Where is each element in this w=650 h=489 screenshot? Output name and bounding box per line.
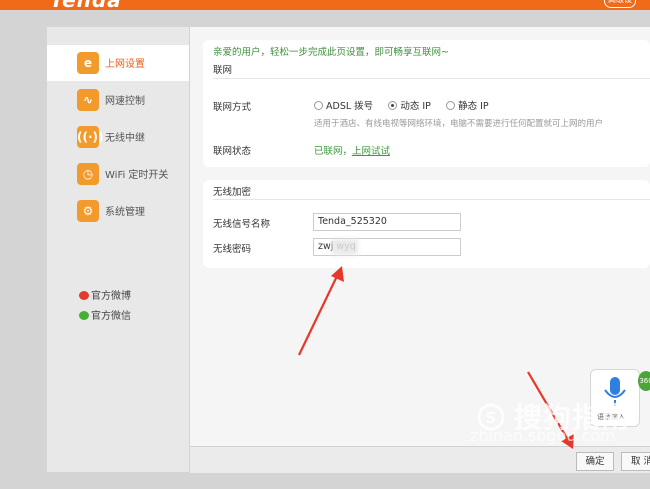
adsl-option-label: ADSL 拨号: [326, 101, 374, 112]
svg-text:S: S: [485, 408, 497, 427]
sidebar-item-label: 系统管理: [105, 207, 145, 218]
section-divider: [213, 199, 650, 200]
relay-icon: ((·)): [77, 126, 104, 148]
sidebar-item-internet-settings[interactable]: e 上网设置: [47, 45, 189, 81]
connection-status-label: 联网状态: [213, 146, 252, 157]
connection-mode-label: 联网方式: [213, 102, 252, 113]
welcome-message: 亲爱的用户，轻松一步完成此页设置，即可畅享互联网~: [213, 47, 449, 58]
ssid-input[interactable]: Tenda_525320: [313, 213, 461, 231]
wifi-password-label: 无线密码: [213, 244, 252, 255]
wechat-icon: [79, 311, 89, 320]
sidebar-item-label: 无线中继: [105, 133, 145, 144]
connection-mode-hint: 适用于酒店、有线电视等网络环境，电脑不需要进行任何配置就可上网的用户: [314, 119, 604, 129]
gear-icon: ⚙: [77, 200, 99, 222]
dynamic-ip-radio[interactable]: [388, 101, 398, 110]
tenda-logo: Tenda: [50, 0, 122, 10]
ok-button[interactable]: 确定: [576, 452, 614, 471]
try-internet-link[interactable]: 上网试试: [352, 146, 390, 157]
adsl-option[interactable]: ADSL 拨号: [314, 101, 373, 112]
badge-360: 360: [638, 371, 650, 391]
sidebar-item-speed-control[interactable]: ∿ 网速控制: [47, 82, 189, 118]
top-header-bar: Tenda 高级设: [0, 0, 650, 10]
connection-status-value: 已联网，: [314, 146, 353, 157]
official-wechat-link[interactable]: 官方微信: [79, 307, 131, 322]
static-ip-option[interactable]: 静态 IP: [446, 101, 489, 112]
static-ip-option-label: 静态 IP: [458, 101, 489, 112]
sidebar-item-wireless-relay[interactable]: ((·)) 无线中继: [47, 119, 189, 155]
section-divider: [213, 78, 650, 79]
connection-status: 已联网，上网试试: [314, 143, 390, 157]
wechat-label: 官方微信: [91, 311, 131, 322]
sidebar-item-system-management[interactable]: ⚙ 系统管理: [47, 193, 189, 229]
watermark-url: zhinan.sogou.com: [470, 426, 616, 445]
cancel-button[interactable]: 取 消: [621, 452, 650, 471]
sidebar: e 上网设置 ∿ 网速控制 ((·)) 无线中继 ◷ WiFi 定时开关 ⚙ 系…: [47, 27, 189, 472]
adsl-radio[interactable]: [314, 101, 323, 110]
official-weibo-link[interactable]: 官方微博: [79, 287, 131, 302]
weibo-label: 官方微博: [91, 291, 131, 302]
speed-icon: ∿: [77, 89, 99, 111]
dynamic-ip-option-label: 动态 IP: [400, 101, 431, 112]
sidebar-item-label: WiFi 定时开关: [105, 170, 169, 181]
ie-icon: e: [77, 52, 99, 74]
blur-mask: [332, 239, 358, 255]
timer-icon: ◷: [77, 163, 99, 185]
sidebar-item-label: 网速控制: [105, 96, 145, 107]
network-section-title: 联网: [213, 65, 233, 76]
dynamic-ip-option[interactable]: 动态 IP: [388, 101, 431, 112]
wireless-section-title: 无线加密: [213, 187, 252, 198]
advanced-settings-button[interactable]: 高级设: [604, 0, 636, 8]
ssid-label: 无线信号名称: [213, 219, 271, 230]
sidebar-item-wifi-timer[interactable]: ◷ WiFi 定时开关: [47, 156, 189, 192]
sidebar-item-label: 上网设置: [105, 59, 145, 70]
static-ip-radio[interactable]: [446, 101, 456, 110]
weibo-icon: [79, 291, 89, 300]
connection-mode-options: ADSL 拨号 动态 IP 静态 IP: [314, 98, 501, 112]
